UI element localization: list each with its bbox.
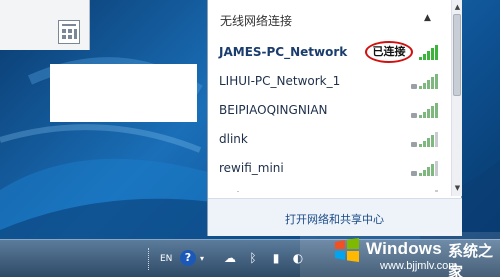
lock-icon [411,113,417,118]
network-row[interactable]: dlink [208,127,448,156]
signal-strength-icon [411,73,438,89]
connected-status-badge: 已连接 [365,41,413,63]
chevron-up-icon[interactable]: ▲ [424,13,431,23]
open-network-sharing-center-link[interactable]: 打开网络和共享中心 [285,211,384,227]
scroll-down-icon[interactable]: ▼ [452,183,463,194]
calculator-icon[interactable] [58,20,80,44]
network-name: JAMES-PC_Network [219,45,348,59]
wireless-network-popup: 无线网络连接 ▲ JAMES-PC_Network 已连接 LIHUI-PC_Net… [207,0,462,236]
tray-grip[interactable] [148,248,151,270]
lock-icon [411,142,417,147]
signal-strength-icon [411,131,438,147]
network-name: T...k_507D28 [219,190,297,192]
popup-header: 无线网络连接 [220,14,293,28]
network-name: LIHUI-PC_Network_1 [219,74,341,88]
signal-strength-icon [415,189,438,192]
help-icon[interactable]: ? [180,250,196,266]
blank-panel [50,64,197,122]
network-row[interactable]: rewifi_mini [208,156,448,185]
bluetooth-icon[interactable]: ᛒ [245,250,261,266]
popup-footer: 打开网络和共享中心 [208,198,462,236]
network-row[interactable]: T...k_507D28 [208,185,448,192]
scroll-thumb[interactable] [453,14,461,96]
scrollbar[interactable]: ▲ ▼ [451,0,462,196]
lock-icon [411,171,417,176]
signal-strength-icon [415,44,438,60]
network-icon[interactable]: ▮ [268,250,284,266]
network-row[interactable]: BEIPIAOQINGNIAN [208,98,448,127]
watermark-brand: Windows [366,239,442,258]
network-name: BEIPIAOQINGNIAN [219,103,328,117]
network-row[interactable]: LIHUI-PC_Network_1 [208,69,448,98]
network-list: JAMES-PC_Network 已连接 LIHUI-PC_Network_1 BEI… [208,40,448,192]
cloud-icon[interactable]: ☁ [222,250,238,266]
tray-options-icon[interactable]: ▾ [200,254,204,263]
scroll-up-icon[interactable]: ▲ [452,2,463,13]
watermark-url: www.bjjmlv.com [380,260,458,272]
signal-strength-icon [411,102,438,118]
windows-logo-icon [335,238,359,262]
network-name: dlink [219,132,248,146]
signal-strength-icon [411,160,438,176]
network-name: rewifi_mini [219,161,284,175]
network-row[interactable]: JAMES-PC_Network 已连接 [208,40,448,69]
language-indicator[interactable]: EN [160,254,172,264]
lock-icon [411,84,417,89]
